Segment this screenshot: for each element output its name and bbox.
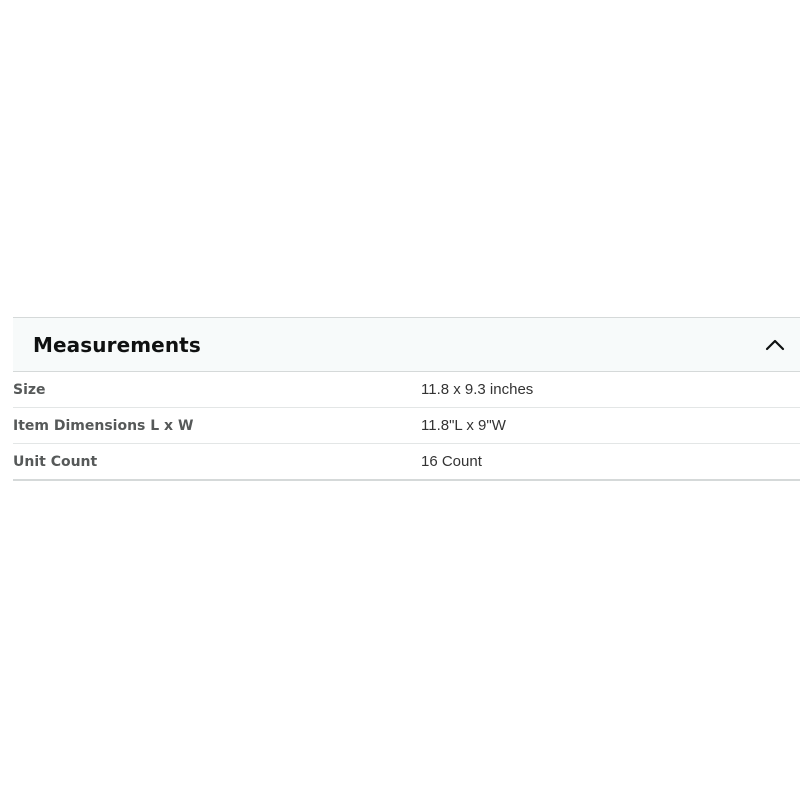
table-row: Size 11.8 x 9.3 inches <box>13 372 800 408</box>
section-title: Measurements <box>33 332 201 357</box>
row-value-item-dimensions: 11.8"L x 9"W <box>421 417 506 434</box>
row-value-size: 11.8 x 9.3 inches <box>421 381 534 398</box>
row-label-size: Size <box>13 381 46 398</box>
table-row: Item Dimensions L x W 11.8"L x 9"W <box>13 408 800 444</box>
row-label-item-dimensions: Item Dimensions L x W <box>13 417 194 434</box>
chevron-up-icon[interactable] <box>764 334 786 356</box>
table-row: Unit Count 16 Count <box>13 444 800 481</box>
measurements-header[interactable]: Measurements <box>13 318 800 372</box>
measurements-panel: Measurements Size 11.8 x 9.3 inches Item… <box>13 317 800 481</box>
row-label-unit-count: Unit Count <box>13 453 98 470</box>
row-value-unit-count: 16 Count <box>421 453 482 470</box>
